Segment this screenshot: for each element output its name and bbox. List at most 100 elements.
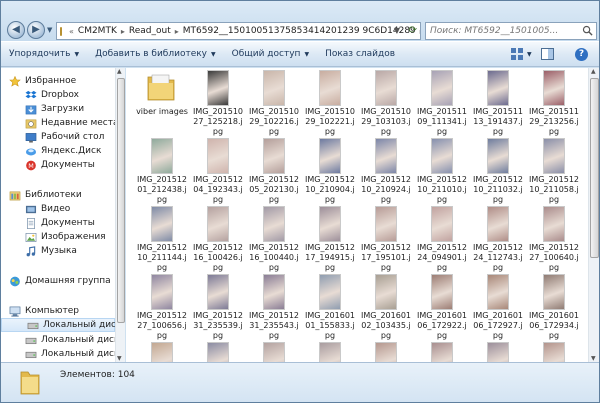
arrow-left-icon: ◀ <box>12 24 20 35</box>
homegroup-icon <box>10 276 20 286</box>
nav-favorites[interactable]: Избранное <box>9 74 76 88</box>
address-history-dropdown[interactable]: ▼ <box>394 26 400 35</box>
mail-documents-icon: M <box>26 160 36 170</box>
nav-documents-favorite[interactable]: M Документы <box>25 158 95 172</box>
file-item[interactable] <box>140 342 184 362</box>
file-item[interactable]: IMG_20151224_112743.jpg <box>473 206 523 276</box>
nav-dropbox[interactable]: Dropbox <box>25 88 79 102</box>
nav-documents[interactable]: Документы <box>25 216 95 230</box>
breadcrumb-separator-icon[interactable]: ▸ <box>420 27 421 36</box>
preview-pane-button[interactable] <box>541 42 559 66</box>
chevron-down-icon: ▼ <box>527 50 532 58</box>
nav-computer[interactable]: Компьютер <box>9 304 79 318</box>
file-item[interactable]: IMG_20151109_111341.jpg <box>417 70 467 140</box>
refresh-icon[interactable]: ⟳ <box>409 25 417 36</box>
file-item[interactable]: IMG_20151216_100426.jpg <box>193 206 243 276</box>
file-item[interactable] <box>364 342 408 362</box>
nav-disk-e[interactable]: Локальный диск (E <box>25 347 115 361</box>
file-name: IMG_20160102_103435.jpg <box>361 311 411 340</box>
forward-button[interactable]: ▶ <box>27 21 45 39</box>
breadcrumb-read-out[interactable]: Read_out <box>129 26 171 36</box>
nav-disk-c[interactable]: Локальный диск (C <box>1 318 115 332</box>
overflow-chevron-icon[interactable]: « <box>69 27 74 36</box>
file-item[interactable]: IMG_20151217_195101.jpg <box>361 206 411 276</box>
file-item[interactable]: IMG_20151216_100440.jpg <box>249 206 299 276</box>
file-item[interactable] <box>308 342 352 362</box>
nav-libraries[interactable]: Библиотеки <box>9 188 82 202</box>
nav-music[interactable]: Музыка <box>25 244 77 258</box>
navigation-scrollbar[interactable]: ▲ ▼ <box>115 68 125 362</box>
file-item[interactable]: IMG_20151210_210924.jpg <box>361 138 411 208</box>
nav-yandex-disk[interactable]: Яндекс.Диск <box>25 144 101 158</box>
file-view-scroll-thumb[interactable] <box>590 78 599 258</box>
nav-disk-d[interactable]: Локальный диск (D <box>25 333 115 347</box>
file-item[interactable]: IMG_20151029_102221.jpg <box>305 70 355 140</box>
file-item[interactable]: IMG_20151027_125218.jpg <box>193 70 243 140</box>
file-name: IMG_20151205_202130.jpg <box>249 175 299 204</box>
file-item[interactable]: IMG_20160106_172934.jpg <box>529 274 579 344</box>
scroll-up-icon[interactable]: ▲ <box>117 68 122 75</box>
breadcrumb-separator-icon[interactable]: ▸ <box>175 27 179 36</box>
recent-pages-dropdown[interactable]: ▼ <box>47 26 52 34</box>
file-view-scrollbar[interactable]: ▲ ▼ <box>588 68 599 362</box>
photo-thumbnail <box>375 206 397 242</box>
photo-thumbnail <box>431 274 453 310</box>
file-name: IMG_20160106_172922.jpg <box>417 311 467 340</box>
breadcrumb-cm2mtk[interactable]: CM2MTK <box>78 26 117 36</box>
photo-thumbnail <box>151 138 173 174</box>
slideshow-button[interactable]: Показ слайдов <box>317 42 403 66</box>
scroll-down-icon[interactable]: ▼ <box>117 355 122 362</box>
file-item[interactable]: IMG_20151029_102216.jpg <box>249 70 299 140</box>
navigation-scroll-thumb[interactable] <box>117 78 125 323</box>
nav-homegroup[interactable]: Домашняя группа <box>9 274 111 288</box>
share-menu[interactable]: Общий доступ ▼ <box>224 42 317 66</box>
file-name: IMG_20151224_094901.jpg <box>417 243 467 272</box>
downloads-folder-icon <box>25 105 37 114</box>
file-item[interactable]: IMG_20151210_211010.jpg <box>417 138 467 208</box>
file-item[interactable]: IMG_20151210_211144.jpg <box>137 206 187 276</box>
file-item[interactable]: IMG_20151210_210904.jpg <box>305 138 355 208</box>
file-item[interactable]: IMG_20151201_212438.jpg <box>137 138 187 208</box>
photo-thumbnail <box>207 342 229 362</box>
file-item[interactable]: IMG_20151204_192343.jpg <box>193 138 243 208</box>
file-item[interactable]: IMG_20160106_172922.jpg <box>417 274 467 344</box>
file-item[interactable]: IMG_20160101_155833.jpg <box>305 274 355 344</box>
nav-recent-places[interactable]: Недавние места <box>25 116 115 130</box>
file-item[interactable]: IMG_20151129_213256.jpg <box>529 70 579 140</box>
file-item[interactable] <box>252 342 296 362</box>
scroll-down-icon[interactable]: ▼ <box>591 355 596 362</box>
file-item[interactable]: IMG_20151205_202130.jpg <box>249 138 299 208</box>
search-input[interactable]: Поиск: MT6592__1501005... <box>425 22 597 40</box>
nav-downloads[interactable]: Загрузки <box>25 102 84 116</box>
file-item[interactable] <box>420 342 464 362</box>
file-item[interactable]: IMG_20160106_172927.jpg <box>473 274 523 344</box>
back-button[interactable]: ◀ <box>7 21 25 39</box>
file-item[interactable]: IMG_20151210_211058.jpg <box>529 138 579 208</box>
file-item[interactable]: IMG_20151217_194915.jpg <box>305 206 355 276</box>
nav-video[interactable]: Видео <box>25 202 70 216</box>
file-item[interactable]: IMG_20151210_211032.jpg <box>473 138 523 208</box>
file-item[interactable]: IMG_20151227_100640.jpg <box>529 206 579 276</box>
nav-images[interactable]: Изображения <box>25 230 106 244</box>
file-item[interactable] <box>476 342 520 362</box>
file-item[interactable]: IMG_20151231_235543.jpg <box>249 274 299 344</box>
file-item[interactable]: IMG_20160102_103435.jpg <box>361 274 411 344</box>
breadcrumb-separator-icon[interactable]: ▸ <box>121 27 125 36</box>
file-item[interactable] <box>196 342 240 362</box>
file-item[interactable]: IMG_20151113_191437.jpg <box>473 70 523 140</box>
file-item[interactable]: IMG_20151231_235539.jpg <box>193 274 243 344</box>
address-bar[interactable]: « CM2MTK ▸ Read_out ▸ MT6592__1501005137… <box>56 22 421 40</box>
file-item[interactable]: IMG_20151227_100656.jpg <box>137 274 187 344</box>
folder-icon <box>60 26 62 36</box>
breadcrumb-current-folder[interactable]: MT6592__15010051375853414201239 9C6D1428… <box>183 26 416 36</box>
scroll-up-icon[interactable]: ▲ <box>591 68 596 75</box>
file-item[interactable]: IMG_20151029_103103.jpg <box>361 70 411 140</box>
folder-item[interactable]: viber images <box>136 70 188 140</box>
nav-desktop[interactable]: Рабочий стол <box>25 130 104 144</box>
help-button[interactable]: ? <box>575 42 593 66</box>
add-to-library-menu[interactable]: Добавить в библиотеку ▼ <box>87 42 224 66</box>
file-item[interactable] <box>532 342 576 362</box>
file-item[interactable]: IMG_20151224_094901.jpg <box>417 206 467 276</box>
view-options-button[interactable]: ▼ <box>511 42 537 66</box>
organize-menu[interactable]: Упорядочить ▼ <box>1 42 87 66</box>
